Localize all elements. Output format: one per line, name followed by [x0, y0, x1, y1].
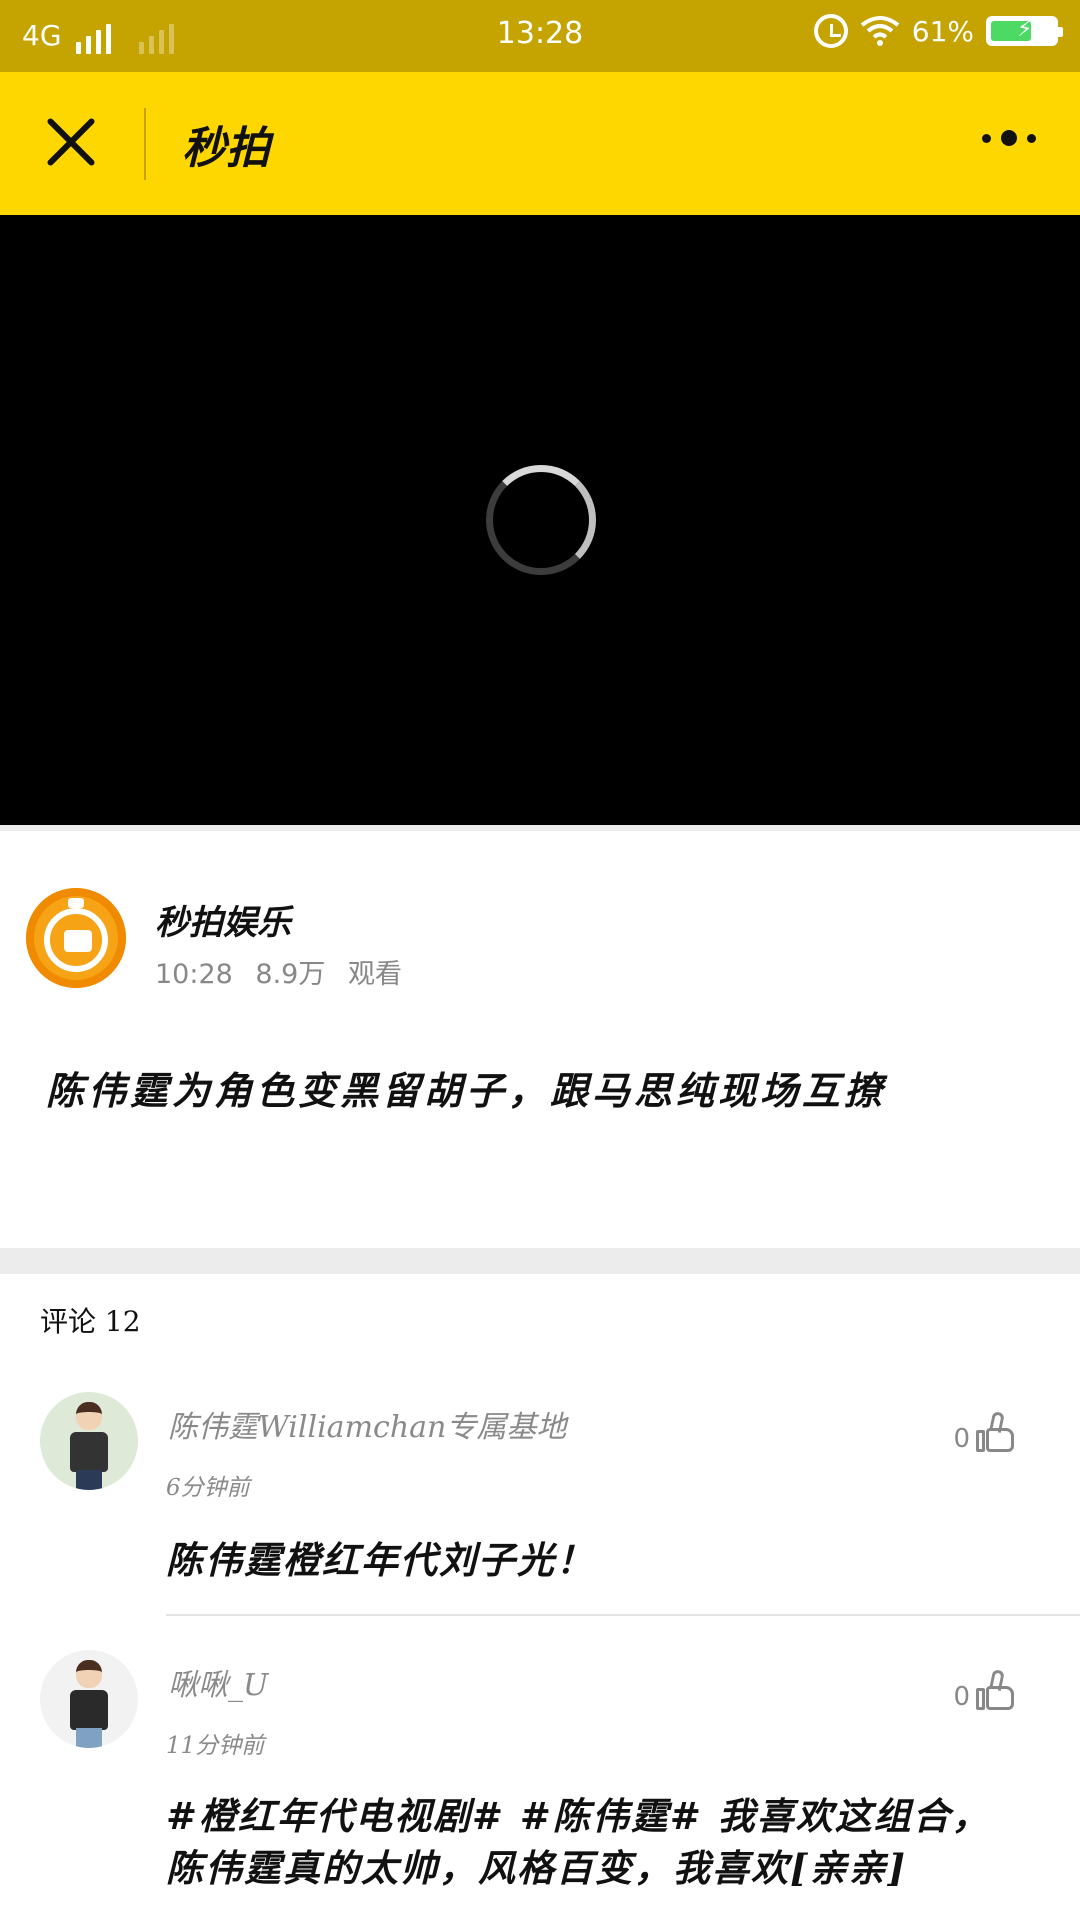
comment-text-line-1: #橙红年代电视剧# #陈伟霆# 我喜欢这组合， [166, 1794, 991, 1838]
commenter-avatar[interactable] [40, 1650, 138, 1748]
comment-text-line-2: 陈伟霆真的太帅，风格百变，我喜欢[亲亲] [166, 1846, 908, 1890]
status-icons: 61% ⚡ [813, 14, 1063, 48]
thumbs-up-icon [976, 1668, 1016, 1712]
close-icon[interactable] [44, 114, 100, 170]
divider [0, 825, 1080, 831]
comment-time: 11分钟前 [166, 1733, 265, 1759]
title-divider [144, 108, 146, 180]
commenter-avatar[interactable] [40, 1392, 138, 1490]
wifi-icon [860, 16, 899, 46]
commenter-name[interactable]: 啾啾_U [168, 1660, 268, 1704]
video-player[interactable] [0, 215, 1080, 825]
status-bar: 4G 13:28 61% ⚡ [0, 0, 1080, 72]
comment-time: 6分钟前 [166, 1475, 250, 1501]
video-title: 陈伟霆为角色变黑留胡子，跟马思纯现场互撩 [46, 1068, 887, 1113]
alarm-icon [813, 14, 848, 48]
view-label: 观看 [347, 959, 402, 990]
like-button[interactable]: 0 [953, 1410, 1016, 1454]
view-count: 8.9万 [255, 959, 326, 990]
author-name[interactable]: 秒拍娱乐 [155, 895, 291, 944]
author-meta: 10:28 8.9万 观看 [155, 952, 416, 991]
page-title: 秒拍 [182, 123, 270, 174]
thumbs-up-icon [976, 1410, 1016, 1454]
title-bar: 秒拍 [0, 72, 1080, 215]
loading-spinner-icon [486, 465, 596, 575]
comments-header: 评论 12 [40, 1305, 141, 1338]
like-count: 0 [953, 1424, 970, 1454]
comment-text: 陈伟霆橙红年代刘子光！ [166, 1538, 595, 1582]
video-camera-icon [64, 930, 92, 952]
battery-icon: ⚡ [986, 16, 1063, 46]
comment-divider [166, 1614, 1080, 1616]
author-avatar[interactable] [26, 888, 126, 988]
battery-percent: 61% [911, 14, 974, 48]
like-count: 0 [953, 1682, 970, 1712]
section-divider [0, 1248, 1080, 1274]
like-button[interactable]: 0 [953, 1668, 1016, 1712]
publish-time: 10:28 [155, 959, 233, 990]
more-options-button[interactable] [982, 130, 1036, 146]
commenter-name[interactable]: 陈伟霆Williamchan专属基地 [168, 1402, 566, 1446]
